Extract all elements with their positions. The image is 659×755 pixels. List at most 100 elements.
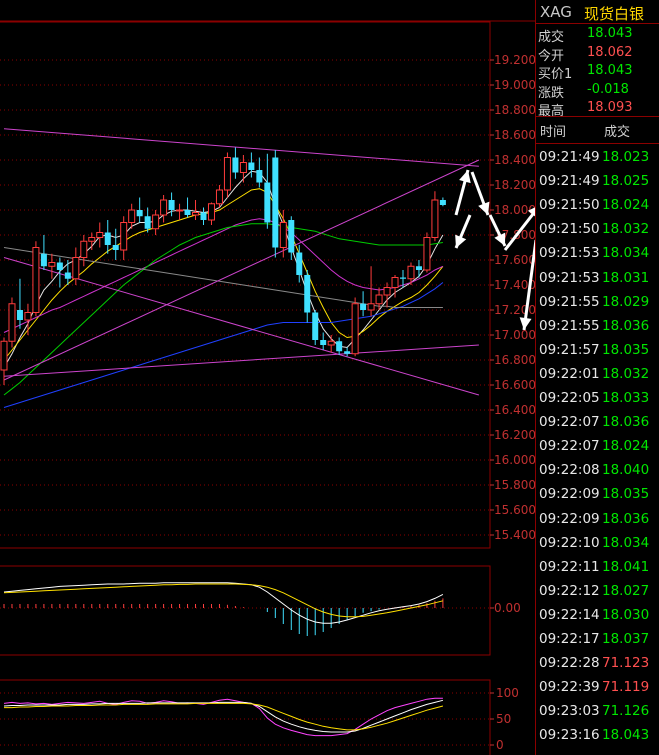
tick-row: 09:22:14 18.030 <box>536 604 659 627</box>
macd-panel-frame <box>0 565 491 656</box>
quote-panel: XAG 现货白银 成交 18.043 今开 18.062 买价1 18.043 涨跌 -0.0… <box>535 0 659 755</box>
candle-body <box>407 265 415 280</box>
y-tick-label: 15.600 <box>494 503 535 517</box>
tick-row: 09:22:07 18.036 <box>536 411 659 434</box>
tick-price: 18.034 <box>602 534 650 551</box>
candle-body <box>120 222 128 251</box>
tick-price: 18.032 <box>602 365 650 382</box>
candle-body <box>88 237 96 242</box>
quote-value: -0.018 <box>587 81 629 97</box>
candle-body <box>344 351 351 354</box>
tick-price: 18.031 <box>602 269 650 286</box>
tick-row: 09:21:49 18.025 <box>536 170 659 193</box>
tick-price: 18.025 <box>602 173 650 190</box>
candle-body <box>360 303 367 310</box>
candle-body <box>168 200 175 210</box>
candle-body <box>296 252 303 275</box>
tick-row: 09:22:12 18.027 <box>536 580 659 603</box>
tick-price: 18.040 <box>602 462 650 479</box>
tick-time: 09:21:49 <box>539 173 600 190</box>
tick-time: 09:21:53 <box>539 269 600 286</box>
tick-price: 18.041 <box>602 558 650 575</box>
tick-time: 09:22:09 <box>539 510 600 527</box>
tick-price: 71.126 <box>602 703 650 720</box>
candle-body <box>391 277 399 288</box>
candle-body <box>383 287 391 296</box>
tick-row: 09:21:49 18.023 <box>536 146 659 169</box>
tick-price: 18.029 <box>602 293 650 310</box>
quote-value: 18.062 <box>587 44 633 60</box>
macd-y-tick-label: 0.00 <box>494 601 521 615</box>
tick-price: 18.035 <box>602 486 650 503</box>
tick-time: 09:22:09 <box>539 486 600 503</box>
tick-time: 09:21:50 <box>539 197 600 214</box>
tick-row: 09:21:53 18.031 <box>536 267 659 290</box>
tick-time: 09:22:17 <box>539 631 600 647</box>
candle-body <box>431 199 439 238</box>
trendline <box>3 128 479 167</box>
tick-price: 18.036 <box>602 414 650 431</box>
candle-body <box>80 240 88 258</box>
candle-body <box>24 312 32 321</box>
candle-body <box>184 210 191 215</box>
candle-body <box>40 253 47 267</box>
y-tick-label: 18.600 <box>494 128 535 142</box>
candle-body <box>112 245 119 250</box>
tick-price: 71.123 <box>602 655 650 672</box>
tick-price: 18.035 <box>602 341 650 358</box>
candle-body <box>320 340 327 345</box>
tick-time: 09:21:49 <box>539 149 600 165</box>
candle-body <box>32 247 40 313</box>
quote-value: 18.043 <box>587 26 633 41</box>
candle-body <box>160 199 168 216</box>
y-tick-label: 18.000 <box>494 203 535 217</box>
candle-body <box>207 203 215 221</box>
candle-body <box>128 209 136 223</box>
tick-price: 18.024 <box>602 438 650 455</box>
tick-row: 09:21:50 18.024 <box>536 194 659 217</box>
tick-row: 09:22:08 18.040 <box>536 459 659 482</box>
y-tick-label: 16.600 <box>494 378 535 392</box>
candle-body <box>304 275 311 313</box>
y-tick-label: 19.200 <box>494 53 535 67</box>
candle-body <box>56 262 63 270</box>
y-tick-label: 18.800 <box>494 103 535 117</box>
candle-body <box>8 303 16 342</box>
instrument-name: 现货白银 <box>584 5 645 23</box>
candle-body <box>176 209 184 212</box>
tick-price: 18.034 <box>602 245 650 262</box>
tick-time: 09:21:55 <box>539 317 600 334</box>
y-tick-label: 16.200 <box>494 428 535 442</box>
candle-body <box>439 200 446 205</box>
tick-row: 09:23:03 71.126 <box>536 700 659 723</box>
candle-body <box>415 266 422 270</box>
candle-body <box>152 214 160 230</box>
price-chart-area[interactable]: 0.00 100 50 0 19.200 19.000 18.800 18.600 18.4… <box>0 0 535 755</box>
tick-row: 09:21:53 18.034 <box>536 242 659 265</box>
quote-header: XAG 现货白银 <box>536 0 659 24</box>
candle-body <box>232 157 239 173</box>
tick-row: 09:22:17 18.037 <box>536 628 659 651</box>
candle-body <box>239 162 247 173</box>
candle-body <box>200 212 207 220</box>
moving-average-line <box>3 170 444 368</box>
candle-body <box>351 303 359 355</box>
candle-body <box>312 312 319 340</box>
y-tick-label: 16.800 <box>494 353 535 367</box>
tick-row: 09:22:11 18.041 <box>536 556 659 579</box>
y-tick-label: 15.400 <box>494 528 535 542</box>
candle-body <box>327 340 335 346</box>
tick-time: 09:22:39 <box>539 679 600 696</box>
macd-dif-line <box>3 582 444 624</box>
candle-body <box>64 272 71 279</box>
y-tick-label: 18.400 <box>494 153 535 167</box>
tick-price: 18.043 <box>602 727 650 744</box>
kdj-line <box>4 702 444 731</box>
candle-body <box>256 170 263 183</box>
candle-body <box>192 212 200 216</box>
trendline <box>3 344 479 377</box>
tick-row: 09:22:09 18.035 <box>536 483 659 506</box>
tick-price: 18.024 <box>602 197 650 214</box>
tick-price: 18.033 <box>602 390 650 406</box>
macd-dea-line <box>3 583 444 618</box>
